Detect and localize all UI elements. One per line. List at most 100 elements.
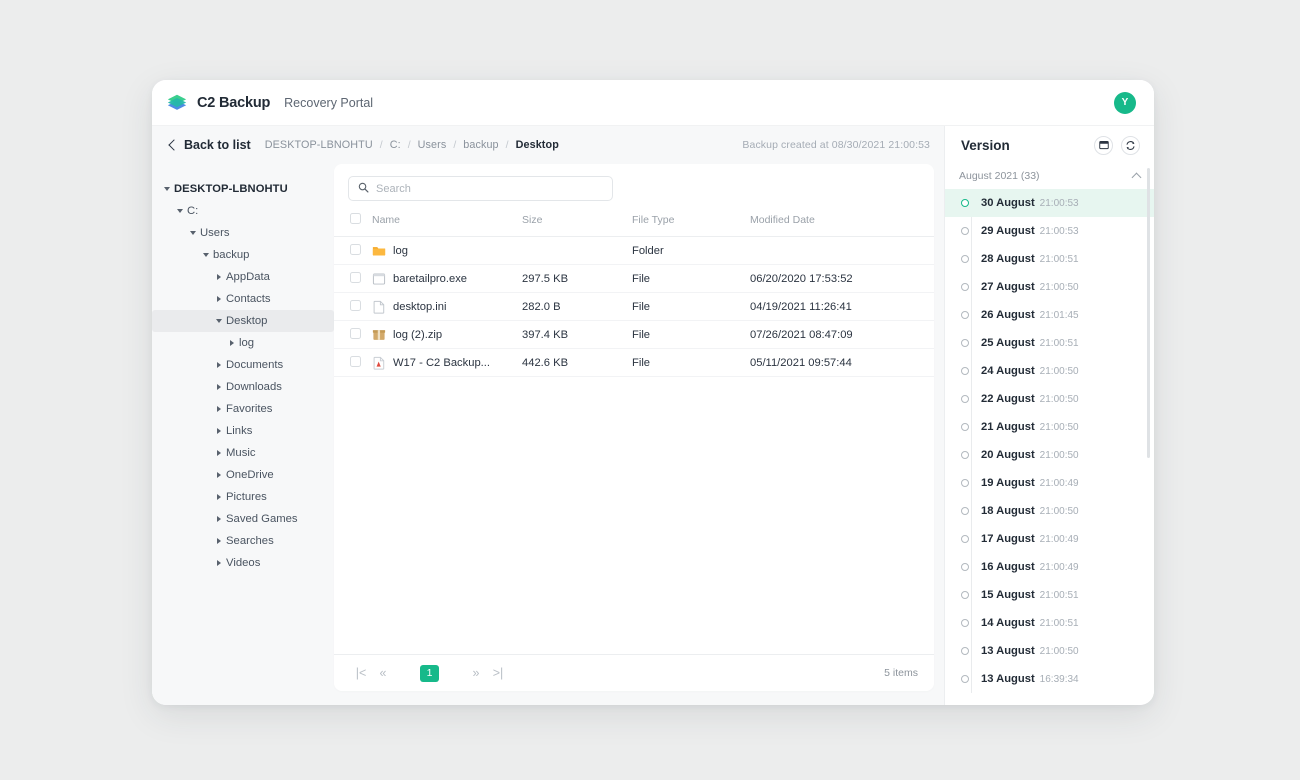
version-list-item[interactable]: 19 August 21:00:49 [945,469,1154,497]
search-box[interactable] [348,176,613,201]
table-row[interactable]: baretailpro.exe 297.5 KB File 06/20/2020 17… [334,264,934,293]
tree-item-pictures[interactable]: Pictures [152,486,334,508]
main-area: DESKTOP-LBNOHTU C: Users backup AppData Conta… [152,164,944,705]
tree-item-videos[interactable]: Videos [152,552,334,574]
tree-item-saved-games[interactable]: Saved Games [152,508,334,530]
version-list-item[interactable]: 21 August 21:00:50 [945,413,1154,441]
tree-item-desktop-lbnohtu[interactable]: DESKTOP-LBNOHTU [152,178,334,200]
tree-item-documents[interactable]: Documents [152,354,334,376]
brand-logo[interactable]: C2 Backup Recovery Portal [166,92,373,114]
caret-down-icon[interactable] [186,231,200,235]
column-header-size[interactable]: Size [522,209,632,237]
calendar-icon[interactable] [1094,135,1113,155]
version-list-item[interactable]: 15 August 21:00:51 [945,581,1154,609]
caret-right-icon[interactable] [212,516,226,522]
version-list-item[interactable]: 20 August 21:00:50 [945,441,1154,469]
row-checkbox[interactable] [350,299,361,311]
row-checkbox[interactable] [350,327,361,339]
pagination-page-1[interactable]: 1 [420,664,439,682]
tree-item-searches[interactable]: Searches [152,530,334,552]
cell-modified: 04/19/2021 11:26:41 [750,292,934,321]
caret-right-icon[interactable] [212,428,226,434]
row-checkbox[interactable] [350,355,361,367]
tree-item-appdata[interactable]: AppData [152,266,334,288]
caret-down-icon[interactable] [160,187,174,191]
version-list-item[interactable]: 18 August 21:00:50 [945,497,1154,525]
version-date-label: 30 August [981,197,1035,209]
version-scroll-area[interactable]: August 2021 (33) 30 August 21:00:53 29 Aug… [945,164,1154,705]
version-marker-icon [961,591,969,599]
version-list-item[interactable]: 27 August 21:00:50 [945,273,1154,301]
caret-right-icon[interactable] [212,296,226,302]
column-header-name[interactable]: Name [372,209,522,237]
table-row[interactable]: desktop.ini 282.0 B File 04/19/2021 11:26:4… [334,292,934,321]
caret-right-icon[interactable] [212,472,226,478]
version-list-item[interactable]: 16 August 21:00:49 [945,553,1154,581]
tree-item-links[interactable]: Links [152,420,334,442]
version-list-item[interactable]: 28 August 21:00:51 [945,245,1154,273]
version-time-label: 21:00:50 [1039,449,1079,461]
caret-right-icon[interactable] [212,406,226,412]
table-row[interactable]: log Folder [334,236,934,265]
row-checkbox[interactable] [350,271,361,283]
back-to-list-button[interactable]: Back to list [168,138,251,152]
caret-down-icon[interactable] [173,209,187,213]
pagination-next-button[interactable]: » [465,666,487,680]
version-scrollbar[interactable] [1147,168,1150,458]
version-list-item[interactable]: 14 August 21:00:51 [945,609,1154,637]
version-list-item[interactable]: 22 August 21:00:50 [945,385,1154,413]
caret-right-icon[interactable] [212,538,226,544]
row-select-cell [334,320,372,349]
pagination-first-button[interactable]: |< [350,666,372,680]
version-list-item[interactable]: 13 August 21:00:50 [945,637,1154,665]
caret-down-icon[interactable] [212,319,226,323]
caret-right-icon[interactable] [212,450,226,456]
brand-subtitle: Recovery Portal [284,95,374,110]
tree-item-contacts[interactable]: Contacts [152,288,334,310]
tree-item-backup[interactable]: backup [152,244,334,266]
version-list-item[interactable]: 17 August 21:00:49 [945,525,1154,553]
column-header-modified[interactable]: Modified Date [750,209,934,237]
body-split: Back to list DESKTOP-LBNOHTU / C: / Users / ba… [152,126,1154,705]
tree-item-desktop[interactable]: Desktop [152,310,334,332]
version-list-item[interactable]: 30 August 21:00:53 [945,189,1154,217]
refresh-icon[interactable] [1121,135,1140,155]
avatar[interactable]: Y [1114,91,1136,114]
tree-item-label: OneDrive [226,469,274,481]
table-row[interactable]: log (2).zip 397.4 KB File 07/26/2021 08:47:… [334,320,934,349]
row-checkbox[interactable] [350,243,361,255]
caret-right-icon[interactable] [212,384,226,390]
version-list-item[interactable]: 24 August 21:00:50 [945,357,1154,385]
version-list-item[interactable]: 26 August 21:01:45 [945,301,1154,329]
version-list-item[interactable]: 25 August 21:00:51 [945,329,1154,357]
version-month-group[interactable]: August 2021 (33) [945,164,1154,189]
tree-item-users[interactable]: Users [152,222,334,244]
tree-item-downloads[interactable]: Downloads [152,376,334,398]
pagination-last-button[interactable]: >| [487,666,509,680]
version-marker-icon [961,227,969,235]
pagination-prev-button[interactable]: « [372,666,394,680]
caret-right-icon[interactable] [212,560,226,566]
caret-right-icon[interactable] [225,340,239,346]
breadcrumb-item-c[interactable]: C: [390,139,401,151]
column-header-filetype[interactable]: File Type [632,209,750,237]
table-row[interactable]: W17 - C2 Backup... 442.6 KB File 05/11/2021… [334,348,934,377]
tree-item-favorites[interactable]: Favorites [152,398,334,420]
caret-right-icon[interactable] [212,494,226,500]
tree-item-label: Links [226,425,253,437]
chevron-up-icon[interactable] [1131,172,1142,183]
caret-down-icon[interactable] [199,253,213,257]
caret-right-icon[interactable] [212,274,226,280]
tree-item-onedrive[interactable]: OneDrive [152,464,334,486]
breadcrumb-item-backup[interactable]: backup [463,139,498,151]
select-all-checkbox[interactable] [350,213,361,224]
tree-item-music[interactable]: Music [152,442,334,464]
tree-item-log[interactable]: log [152,332,334,354]
caret-right-icon[interactable] [212,362,226,368]
search-input[interactable] [376,182,603,195]
version-list-item[interactable]: 29 August 21:00:53 [945,217,1154,245]
version-list-item[interactable]: 13 August 16:39:34 [945,665,1154,693]
tree-item-c[interactable]: C: [152,200,334,222]
breadcrumb-item-desktop-lbnohtu[interactable]: DESKTOP-LBNOHTU [265,139,373,151]
breadcrumb-item-users[interactable]: Users [418,139,447,151]
